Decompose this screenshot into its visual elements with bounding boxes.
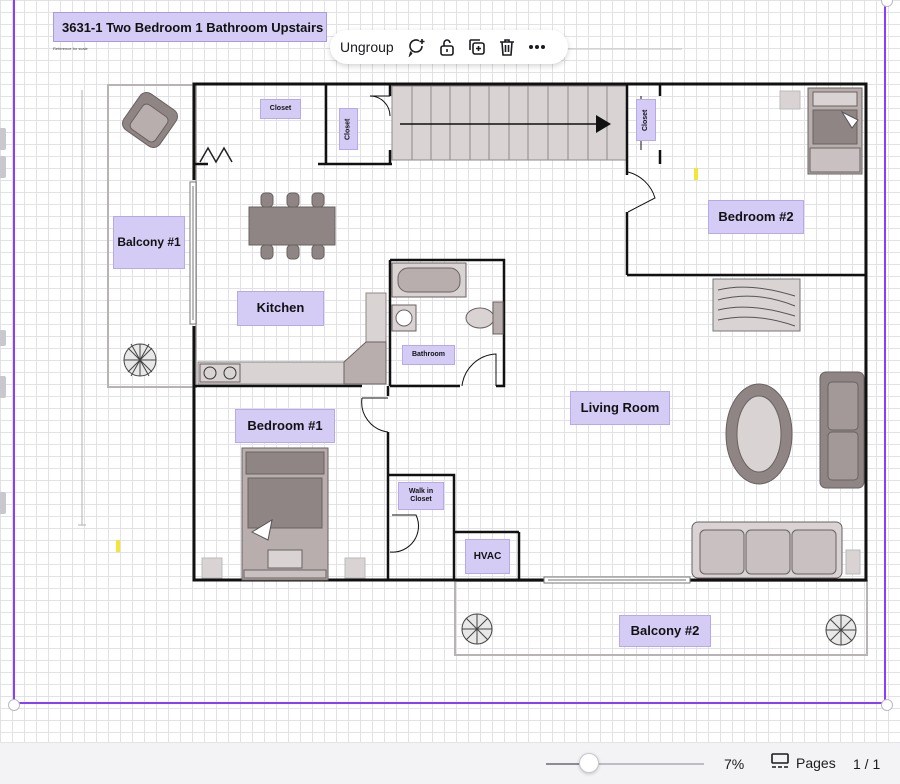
ungroup-button[interactable]: Ungroup [340, 39, 394, 55]
trash-icon[interactable] [496, 36, 518, 58]
label-hvac[interactable]: HVAC [465, 539, 510, 574]
lock-icon[interactable] [436, 36, 458, 58]
label-living-room[interactable]: Living Room [570, 391, 670, 425]
pages-label: Pages [796, 754, 836, 771]
label-balcony-1[interactable]: Balcony #1 [113, 216, 185, 269]
more-icon[interactable] [526, 36, 548, 58]
bottom-status-bar: 7% Pages 1 / 1 [0, 742, 900, 784]
zoom-level[interactable]: 7% [724, 756, 744, 772]
label-bathroom[interactable]: Bathroom [402, 345, 455, 365]
zoom-slider-track[interactable] [546, 763, 704, 765]
pages-icon [770, 752, 790, 773]
zoom-slider-thumb[interactable] [578, 753, 599, 773]
pages-button[interactable]: Pages [770, 752, 836, 773]
document-title[interactable]: 3631-1 Two Bedroom 1 Bathroom Upstairs [53, 12, 327, 42]
page-count: 1 / 1 [853, 756, 881, 772]
label-balcony-2[interactable]: Balcony #2 [619, 615, 711, 647]
label-bedroom-2[interactable]: Bedroom #2 [708, 200, 804, 234]
comment-add-icon[interactable] [406, 36, 428, 58]
label-closet-right[interactable]: Closet [636, 99, 656, 141]
resize-handle-bottom-right[interactable] [881, 699, 893, 711]
resize-handle-bottom-left[interactable] [8, 699, 20, 711]
label-closet-top[interactable]: Closet [260, 99, 301, 119]
duplicate-icon[interactable] [466, 36, 488, 58]
element-toolbar: Ungroup [330, 30, 568, 64]
label-closet-stair[interactable]: Closet [339, 108, 358, 150]
label-kitchen[interactable]: Kitchen [237, 291, 324, 326]
label-bedroom-1[interactable]: Bedroom #1 [235, 409, 335, 443]
label-walk-in-closet[interactable]: Walk in Closet [398, 482, 444, 510]
scale-reference-note: Reference for scale [53, 46, 88, 51]
